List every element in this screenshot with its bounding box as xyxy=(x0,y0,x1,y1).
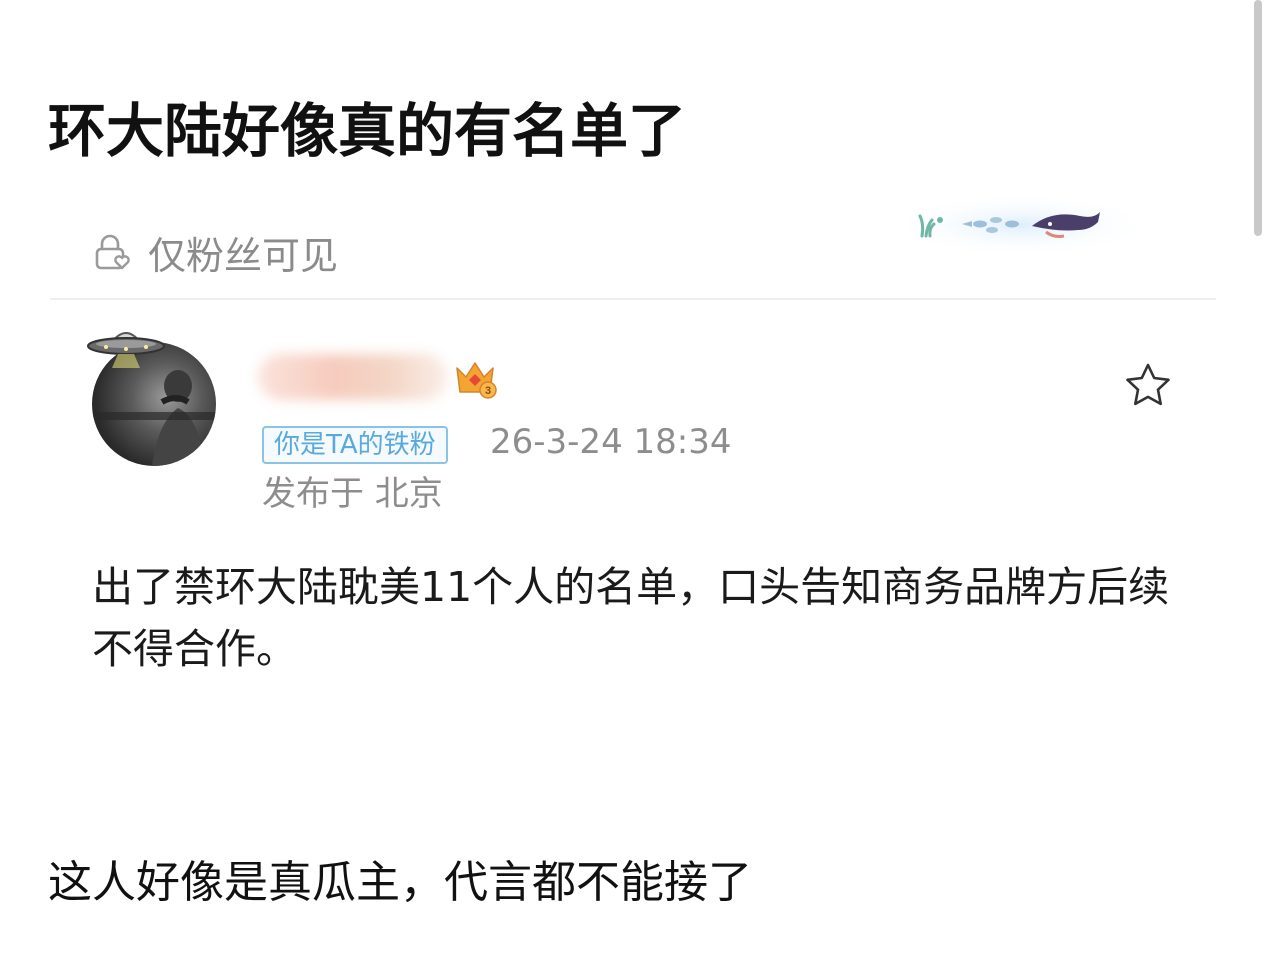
post-location: 发布于 北京 xyxy=(262,474,443,514)
username[interactable] xyxy=(258,354,448,400)
visibility-indicator: 仅粉丝可见 xyxy=(90,222,338,282)
post-timestamp: 26-3-24 18:34 xyxy=(490,422,732,462)
divider xyxy=(50,298,1216,300)
visibility-label: 仅粉丝可见 xyxy=(148,233,339,278)
post-body: 出了禁环大陆耽美11个人的名单，口头告知商务品牌方后续不得合作。 xyxy=(92,563,1170,673)
crown-icon: 3 xyxy=(452,354,498,404)
ocean-decoration xyxy=(900,196,1144,254)
page-title: 环大陆好像真的有名单了 xyxy=(48,96,687,165)
fan-badge: 你是TA的铁粉 xyxy=(262,426,448,464)
scrollbar[interactable] xyxy=(1254,0,1262,236)
caption-text: 这人好像是真瓜主，代言都不能接了 xyxy=(48,857,752,908)
ufo-icon xyxy=(84,320,168,372)
star-icon[interactable] xyxy=(1122,360,1174,416)
lock-heart-icon xyxy=(90,229,136,275)
crown-level: 3 xyxy=(485,385,491,397)
avatar[interactable] xyxy=(78,320,228,470)
